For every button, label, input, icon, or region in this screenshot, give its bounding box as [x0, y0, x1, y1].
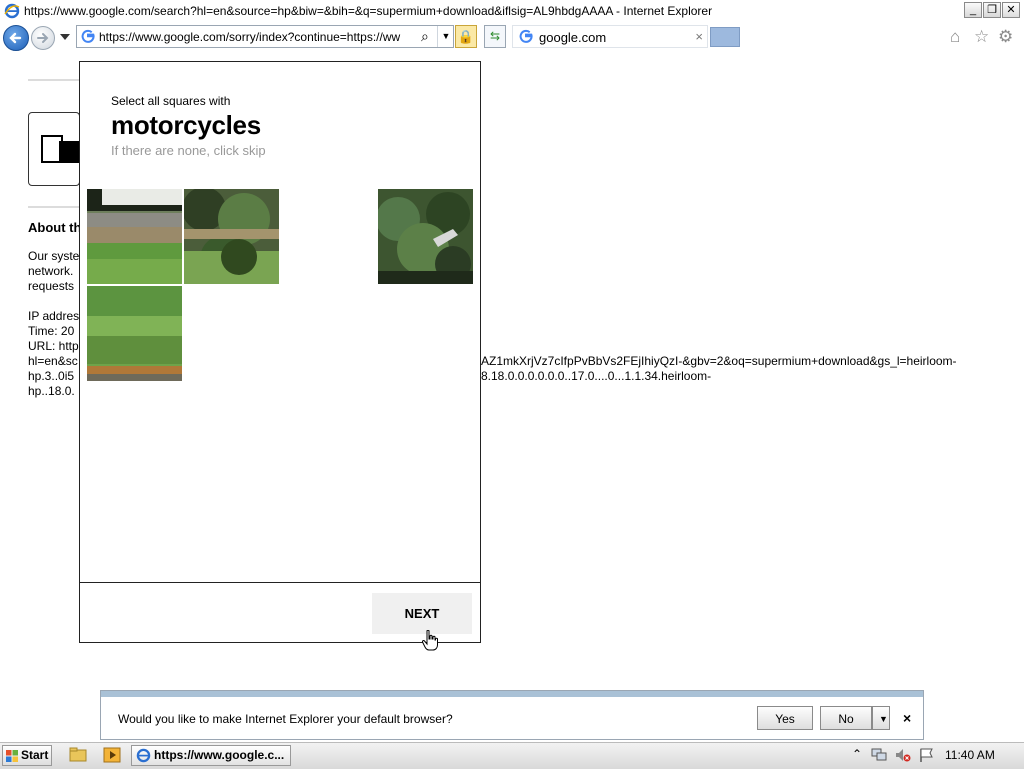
tile-image	[87, 189, 182, 284]
explorer-folder-icon[interactable]	[69, 747, 87, 763]
no-button[interactable]: No	[820, 706, 872, 730]
favorites-star-icon[interactable]: ☆	[974, 28, 989, 46]
page-logo-box	[28, 112, 80, 186]
mid-divider	[28, 206, 80, 208]
media-player-icon[interactable]	[103, 747, 121, 763]
default-browser-notification-bar: Would you like to make Internet Explorer…	[100, 690, 924, 740]
notification-message: Would you like to make Internet Explorer…	[118, 712, 453, 726]
close-window-button[interactable]: ✕	[1002, 2, 1020, 18]
tile-image	[87, 286, 182, 381]
url-line-continued: AZ1mkXrjVz7cIfpPvBbVs2FEjIhiyQzI-&gbv=2&…	[481, 354, 957, 368]
internet-explorer-icon	[4, 3, 20, 19]
next-button[interactable]: NEXT	[372, 593, 472, 634]
security-lock-icon[interactable]: 🔒	[455, 25, 477, 48]
hand-pointer-icon	[422, 630, 438, 651]
windows-flag-icon	[6, 750, 18, 762]
navigation-bar: https://www.google.com/sorry/index?conti…	[0, 22, 1024, 52]
address-url[interactable]: https://www.google.com/sorry/index?conti…	[99, 30, 417, 44]
internet-explorer-icon	[136, 748, 151, 763]
page-paragraph-line: requests	[28, 279, 75, 293]
forward-arrow-icon	[37, 33, 49, 43]
taskbar-internet-explorer-button[interactable]: https://www.google.c...	[131, 745, 291, 766]
captcha-tile[interactable]	[87, 286, 182, 381]
captcha-tile[interactable]	[378, 189, 473, 284]
ip-address-line: IP addres	[28, 309, 80, 323]
url-line: hp..18.0.	[28, 384, 75, 398]
restore-button[interactable]: ❐	[983, 2, 1001, 18]
google-favicon-icon	[519, 29, 533, 43]
top-divider	[28, 79, 80, 81]
windows-taskbar: Start https://www.google.c... ⌃ 11:40 AM	[0, 742, 1024, 769]
new-tab-button[interactable]	[710, 27, 740, 47]
tab-label: google.com	[539, 30, 607, 45]
compatibility-refresh-icon[interactable]: ⇆	[484, 25, 506, 48]
tab-google[interactable]: google.com ×	[512, 25, 708, 48]
notification-close-icon[interactable]: ×	[903, 710, 911, 726]
captcha-target-word: motorcycles	[111, 110, 261, 140]
start-label: Start	[21, 748, 49, 762]
page-paragraph-line: Our syste	[28, 249, 80, 263]
page-heading: About th	[28, 220, 82, 235]
home-icon[interactable]: ⌂	[950, 28, 960, 46]
recaptcha-challenge-dialog: Select all squares with motorcycles If t…	[79, 61, 481, 643]
minimize-button[interactable]: _	[964, 2, 982, 18]
show-hidden-icons-arrow[interactable]: ⌃	[852, 747, 862, 761]
address-dropdown-icon[interactable]: ▼	[437, 26, 454, 47]
notification-strip	[101, 691, 923, 697]
captcha-tile[interactable]	[184, 189, 279, 284]
time-line: Time: 20	[28, 324, 75, 338]
google-favicon-icon	[81, 29, 95, 43]
forward-button[interactable]	[31, 26, 55, 50]
window-title-bar: https://www.google.com/search?hl=en&sour…	[0, 0, 1024, 23]
address-bar[interactable]: https://www.google.com/sorry/index?conti…	[76, 25, 454, 48]
captcha-hint: If there are none, click skip	[111, 143, 266, 158]
system-clock[interactable]: 11:40 AM	[945, 748, 995, 762]
network-icon[interactable]	[870, 747, 888, 763]
search-icon[interactable]: ⌕	[421, 28, 429, 45]
back-arrow-icon	[9, 32, 22, 44]
tile-image	[378, 189, 473, 284]
url-line-continued: 8.18.0.0.0.0.0.0..17.0....0...1.1.34.hei…	[481, 369, 712, 383]
tab-close-icon[interactable]: ×	[695, 29, 703, 44]
url-line: hp.3..0i5	[28, 369, 75, 383]
captcha-instruction: Select all squares with	[111, 94, 231, 108]
yes-button[interactable]: Yes	[757, 706, 813, 730]
action-center-flag-icon[interactable]	[918, 747, 936, 763]
taskbar-task-label: https://www.google.c...	[154, 748, 285, 762]
no-options-dropdown-icon[interactable]: ▼	[872, 706, 890, 730]
page-paragraph-line: network.	[28, 264, 74, 278]
window-title: https://www.google.com/search?hl=en&sour…	[24, 4, 713, 18]
url-line: hl=en&sc	[28, 354, 78, 368]
volume-muted-icon[interactable]	[894, 747, 912, 763]
captcha-tile[interactable]	[87, 189, 182, 284]
captcha-footer-divider	[80, 582, 480, 583]
url-line: URL: http	[28, 339, 79, 353]
back-button[interactable]	[3, 25, 29, 51]
tile-image	[184, 189, 279, 284]
tools-gear-icon[interactable]: ⚙	[998, 28, 1013, 46]
start-button[interactable]: Start	[2, 745, 52, 766]
recent-pages-dropdown-icon[interactable]	[60, 34, 70, 41]
document-shadow-icon	[59, 141, 79, 163]
